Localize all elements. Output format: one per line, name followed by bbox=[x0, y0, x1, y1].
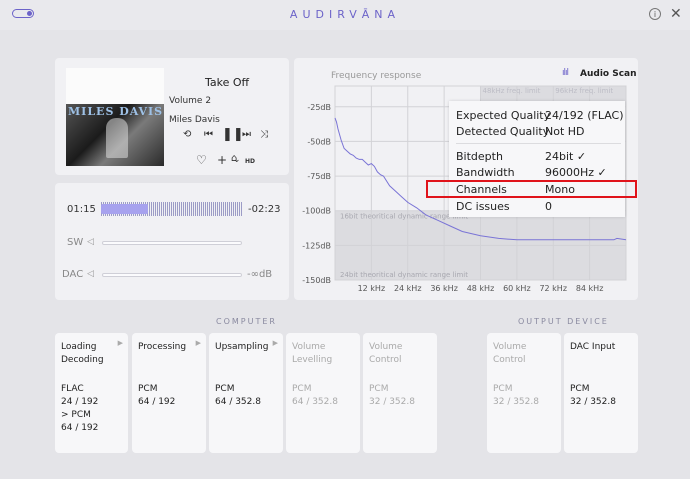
stage-rate: 64 / 352.8 bbox=[215, 397, 261, 407]
stage-format: PCM bbox=[570, 384, 590, 394]
expand-arrow-icon[interactable]: ▶ bbox=[273, 339, 278, 347]
album-volume: Volume 2 bbox=[169, 96, 212, 106]
scan-label-bitdepth: Bitdepth bbox=[456, 150, 503, 163]
dac-volume-bar[interactable] bbox=[102, 273, 242, 277]
elapsed-time: 01:15 bbox=[67, 204, 96, 215]
scan-value-bitdepth: 24bit ✓ bbox=[545, 150, 587, 163]
stage-format: PCM bbox=[292, 384, 312, 394]
scan-label-detected: Detected Quality bbox=[456, 125, 550, 138]
stage-rate-out: 64 / 192 bbox=[61, 423, 99, 433]
stage-title-2: Control bbox=[369, 355, 402, 365]
stage-title: Processing bbox=[138, 342, 187, 352]
scan-value-detected: Not HD bbox=[545, 125, 585, 138]
channels-highlight-box bbox=[426, 180, 637, 198]
scan-label-expected: Expected Quality bbox=[456, 109, 551, 122]
stage-processing[interactable]: Processing ▶ PCM 64 / 192 bbox=[132, 333, 206, 453]
previous-track-icon[interactable]: ⏮ bbox=[204, 129, 213, 140]
audio-scan-icon: ılıl bbox=[562, 68, 569, 78]
stage-title-2: Levelling bbox=[292, 355, 333, 365]
next-track-icon[interactable]: ⏭ bbox=[242, 129, 251, 140]
artist-name[interactable]: Miles Davis bbox=[169, 115, 220, 125]
stage-device-volume-control[interactable]: Volume Control PCM 32 / 352.8 bbox=[487, 333, 561, 453]
stage-upsampling[interactable]: Upsampling ▶ PCM 64 / 352.8 bbox=[209, 333, 283, 453]
repeat-icon[interactable]: ⟲ bbox=[183, 129, 191, 140]
hd-badge: HD bbox=[245, 158, 256, 165]
dac-volume-value: -∞dB bbox=[247, 269, 273, 280]
stage-volume-control[interactable]: Volume Control PCM 32 / 352.8 bbox=[363, 333, 437, 453]
scan-separator bbox=[456, 143, 621, 144]
dac-label: DAC bbox=[62, 269, 84, 280]
scan-label-bandwidth: Bandwidth bbox=[456, 166, 515, 179]
frequency-title: Frequency response bbox=[331, 71, 422, 81]
stage-rate: 64 / 192 bbox=[138, 397, 176, 407]
stage-title-2: Decoding bbox=[61, 355, 104, 365]
track-title: Take Off bbox=[205, 76, 250, 89]
stage-title: DAC Input bbox=[570, 342, 616, 352]
expand-arrow-icon[interactable]: ▶ bbox=[118, 339, 123, 347]
sw-label: SW bbox=[67, 237, 84, 248]
dac-speaker-icon[interactable]: ◁ bbox=[87, 269, 94, 279]
remaining-time: -02:23 bbox=[248, 204, 281, 215]
album-art[interactable]: MILES DAVIS bbox=[66, 68, 164, 166]
scan-label-dc: DC issues bbox=[456, 200, 510, 213]
expand-arrow-icon[interactable]: ▶ bbox=[196, 339, 201, 347]
stage-volume-levelling[interactable]: Volume Levelling PCM 64 / 352.8 bbox=[286, 333, 360, 453]
stage-format: PCM bbox=[493, 384, 513, 394]
stage-rate: 32 / 352.8 bbox=[369, 397, 415, 407]
home-icon[interactable]: ⌂ bbox=[231, 153, 237, 164]
stage-title-2: Control bbox=[493, 355, 526, 365]
stage-rate: 64 / 352.8 bbox=[292, 397, 338, 407]
title-bar: AUDIRVĀNA i ✕ bbox=[0, 0, 690, 30]
stage-title: Volume bbox=[493, 342, 527, 352]
stage-format-out: > PCM bbox=[61, 410, 91, 420]
pause-icon[interactable]: ❚❚ bbox=[222, 127, 244, 142]
heart-icon[interactable]: ♡ bbox=[196, 153, 207, 167]
shuffle-icon[interactable]: ⤨ bbox=[260, 129, 268, 140]
stage-title: Volume bbox=[369, 342, 403, 352]
output-device-section-label: OUTPUT DEVICE bbox=[518, 317, 609, 326]
waveform-played bbox=[101, 204, 148, 214]
stage-format: PCM bbox=[138, 384, 158, 394]
stage-dac-input[interactable]: DAC Input PCM 32 / 352.8 bbox=[564, 333, 638, 453]
scan-value-expected: 24/192 (FLAC) bbox=[545, 109, 624, 122]
stage-rate: 24 / 192 bbox=[61, 397, 99, 407]
scan-value-bandwidth: 96000Hz ✓ bbox=[545, 166, 607, 179]
sw-volume-bar[interactable] bbox=[102, 241, 242, 245]
sw-speaker-icon[interactable]: ◁ bbox=[87, 237, 94, 247]
info-icon[interactable]: i bbox=[649, 8, 661, 20]
stage-rate: 32 / 352.8 bbox=[493, 397, 539, 407]
close-icon[interactable]: ✕ bbox=[670, 6, 682, 22]
add-icon[interactable]: + bbox=[217, 153, 227, 167]
stage-format: FLAC bbox=[61, 384, 84, 394]
audio-scan-label[interactable]: Audio Scan bbox=[580, 69, 637, 79]
stage-format: PCM bbox=[215, 384, 235, 394]
stage-rate: 32 / 352.8 bbox=[570, 397, 616, 407]
app-brand: AUDIRVĀNA bbox=[289, 8, 401, 21]
computer-section-label: COMPUTER bbox=[216, 317, 277, 326]
scan-value-dc: 0 bbox=[545, 200, 552, 213]
stage-format: PCM bbox=[369, 384, 389, 394]
stage-loading[interactable]: Loading Decoding ▶ FLAC 24 / 192 > PCM 64 / … bbox=[55, 333, 128, 453]
stage-title: Volume bbox=[292, 342, 326, 352]
album-art-title: MILES DAVIS bbox=[68, 105, 164, 118]
stage-title: Upsampling bbox=[215, 342, 269, 352]
stage-title: Loading bbox=[61, 342, 97, 352]
